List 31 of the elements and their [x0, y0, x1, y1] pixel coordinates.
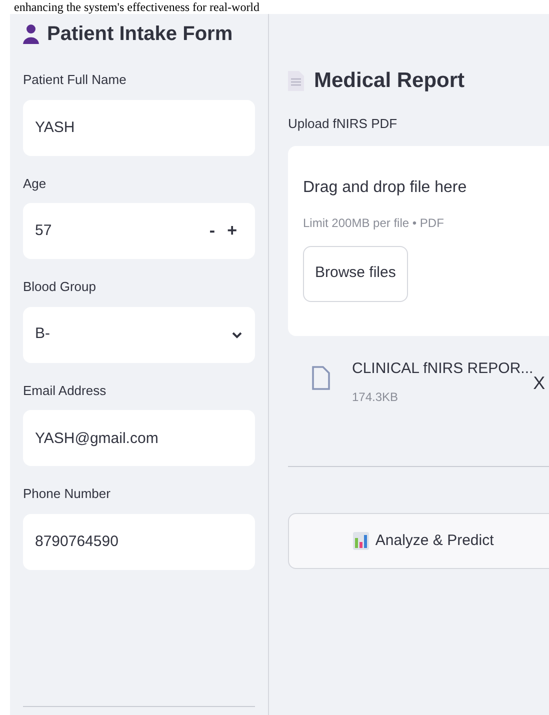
file-icon — [312, 366, 330, 390]
file-dropzone[interactable]: Drag and drop file here Limit 200MB per file • PDF Browse files — [288, 146, 549, 336]
field-label: Age — [23, 174, 48, 193]
input-field[interactable]: 8790764590 — [23, 514, 255, 570]
file-name: CLINICAL fNIRS REPOR... — [352, 358, 534, 378]
decrement-button[interactable]: - — [203, 218, 222, 244]
field-label: Patient Full Name — [23, 71, 128, 89]
bar-chart-icon — [353, 532, 370, 550]
remove-file-button[interactable]: X — [533, 370, 546, 396]
field-label: Blood Group — [23, 278, 97, 296]
field-value: B- — [35, 324, 51, 344]
input-field[interactable]: YASH@gmail.com — [23, 410, 255, 466]
number-field[interactable]: 57 - + — [23, 203, 255, 259]
increment-button[interactable]: + — [221, 218, 243, 244]
report-title: Medical Report — [314, 68, 465, 94]
chevron-down-icon — [231, 330, 243, 338]
form-title: Patient Intake Form — [47, 22, 233, 47]
document-text: enhancing the system's effectiveness for real-world — [14, 0, 260, 14]
person-icon — [23, 24, 39, 44]
field-label: Email Address — [23, 382, 108, 400]
input-field[interactable]: YASH — [23, 100, 255, 156]
document-icon — [288, 71, 304, 91]
field-value: 57 — [35, 220, 53, 241]
analyze-button[interactable]: Analyze & Predict — [288, 513, 549, 569]
dropzone-title: Drag and drop file here — [303, 178, 467, 198]
browse-files-button[interactable]: Browse files — [303, 246, 408, 302]
file-size: 174.3KB — [352, 389, 400, 406]
select-field[interactable]: B- — [23, 306, 255, 362]
dropzone-hint: Limit 200MB per file • PDF — [303, 214, 444, 232]
upload-label: Upload fNIRS PDF — [288, 115, 398, 133]
field-label: Phone Number — [23, 485, 112, 503]
